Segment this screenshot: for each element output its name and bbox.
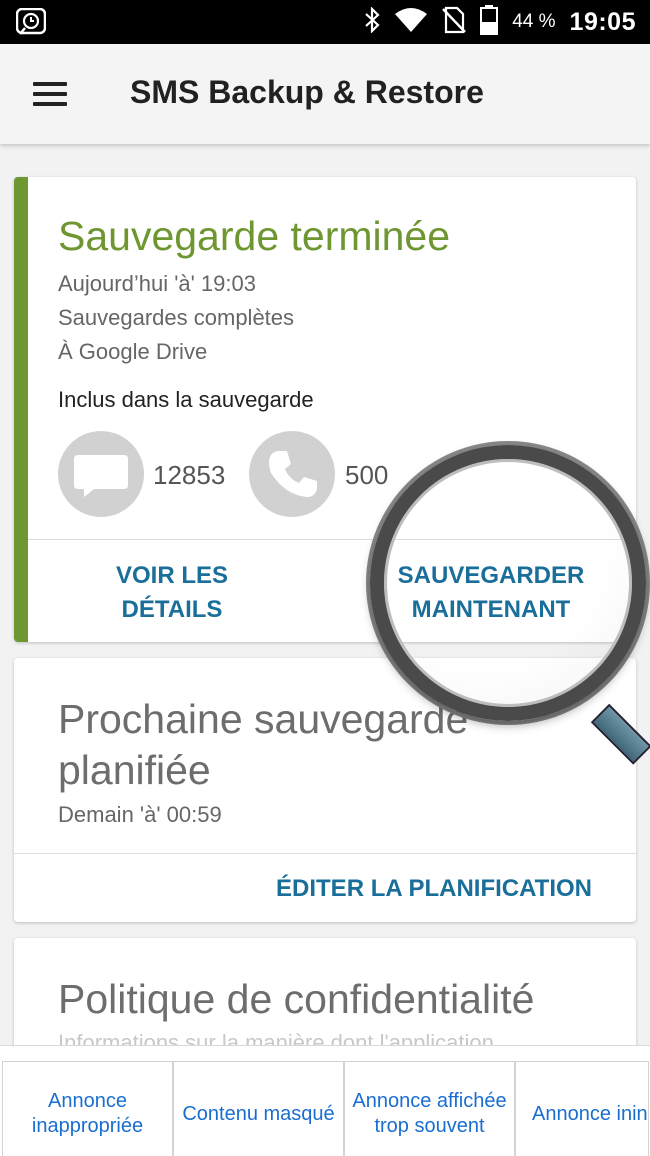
alarm-icon <box>15 7 47 36</box>
schedule-card: Prochaine sauvegarde planifiée Demain 'à… <box>14 658 636 922</box>
wifi-icon <box>394 7 428 38</box>
schedule-title: Prochaine sauvegarde planifiée <box>58 696 469 793</box>
sms-icon <box>58 431 144 517</box>
battery-percent: 44 % <box>512 11 556 32</box>
card-divider <box>14 853 636 854</box>
privacy-title: Politique de confidentialité <box>58 976 535 1022</box>
view-details-button[interactable]: VOIR LES DÉTAILS <box>86 559 258 627</box>
hamburger-menu-icon[interactable] <box>24 72 76 116</box>
call-count: 500 <box>345 460 389 490</box>
backup-status-title: Sauvegarde terminée <box>58 213 451 259</box>
app-title: SMS Backup & Restore <box>130 74 484 110</box>
backup-now-button[interactable]: SAUVEGARDER MAINTENANT <box>378 559 604 627</box>
ad-feedback-too-often[interactable]: Annonce affichée trop souvent <box>344 1061 515 1156</box>
phone-icon <box>249 431 335 517</box>
card-divider <box>28 539 636 540</box>
ad-feedback-bar: Annonce inappropriée Contenu masqué Anno… <box>0 1045 650 1156</box>
ad-feedback-inappropriate[interactable]: Annonce inappropriée <box>2 1061 173 1156</box>
clock-time: 19:05 <box>569 7 636 36</box>
no-sim-icon <box>442 6 467 39</box>
included-label: Inclus dans la sauvegarde <box>58 387 314 412</box>
sms-count: 12853 <box>153 460 226 490</box>
bluetooth-icon <box>364 5 380 38</box>
backup-type: Sauvegardes complètes <box>58 305 295 330</box>
ad-feedback-covered[interactable]: Contenu masqué <box>173 1061 344 1156</box>
card-accent-bar <box>14 177 28 642</box>
backup-destination: À Google Drive <box>58 339 208 364</box>
edit-schedule-button[interactable]: ÉDITER LA PLANIFICATION <box>276 872 592 906</box>
next-backup-time: Demain 'à' 00:59 <box>58 802 222 827</box>
battery-icon <box>480 4 499 40</box>
ad-feedback-not-interested[interactable]: Annonce inintéressante <box>515 1061 649 1156</box>
status-bar: 44 % 19:05 <box>0 0 650 44</box>
backup-date: Aujourd’hui 'à' 19:03 <box>58 271 256 296</box>
app-bar: SMS Backup & Restore <box>0 44 650 144</box>
backup-status-card: Sauvegarde terminée Aujourd’hui 'à' 19:0… <box>14 177 636 642</box>
